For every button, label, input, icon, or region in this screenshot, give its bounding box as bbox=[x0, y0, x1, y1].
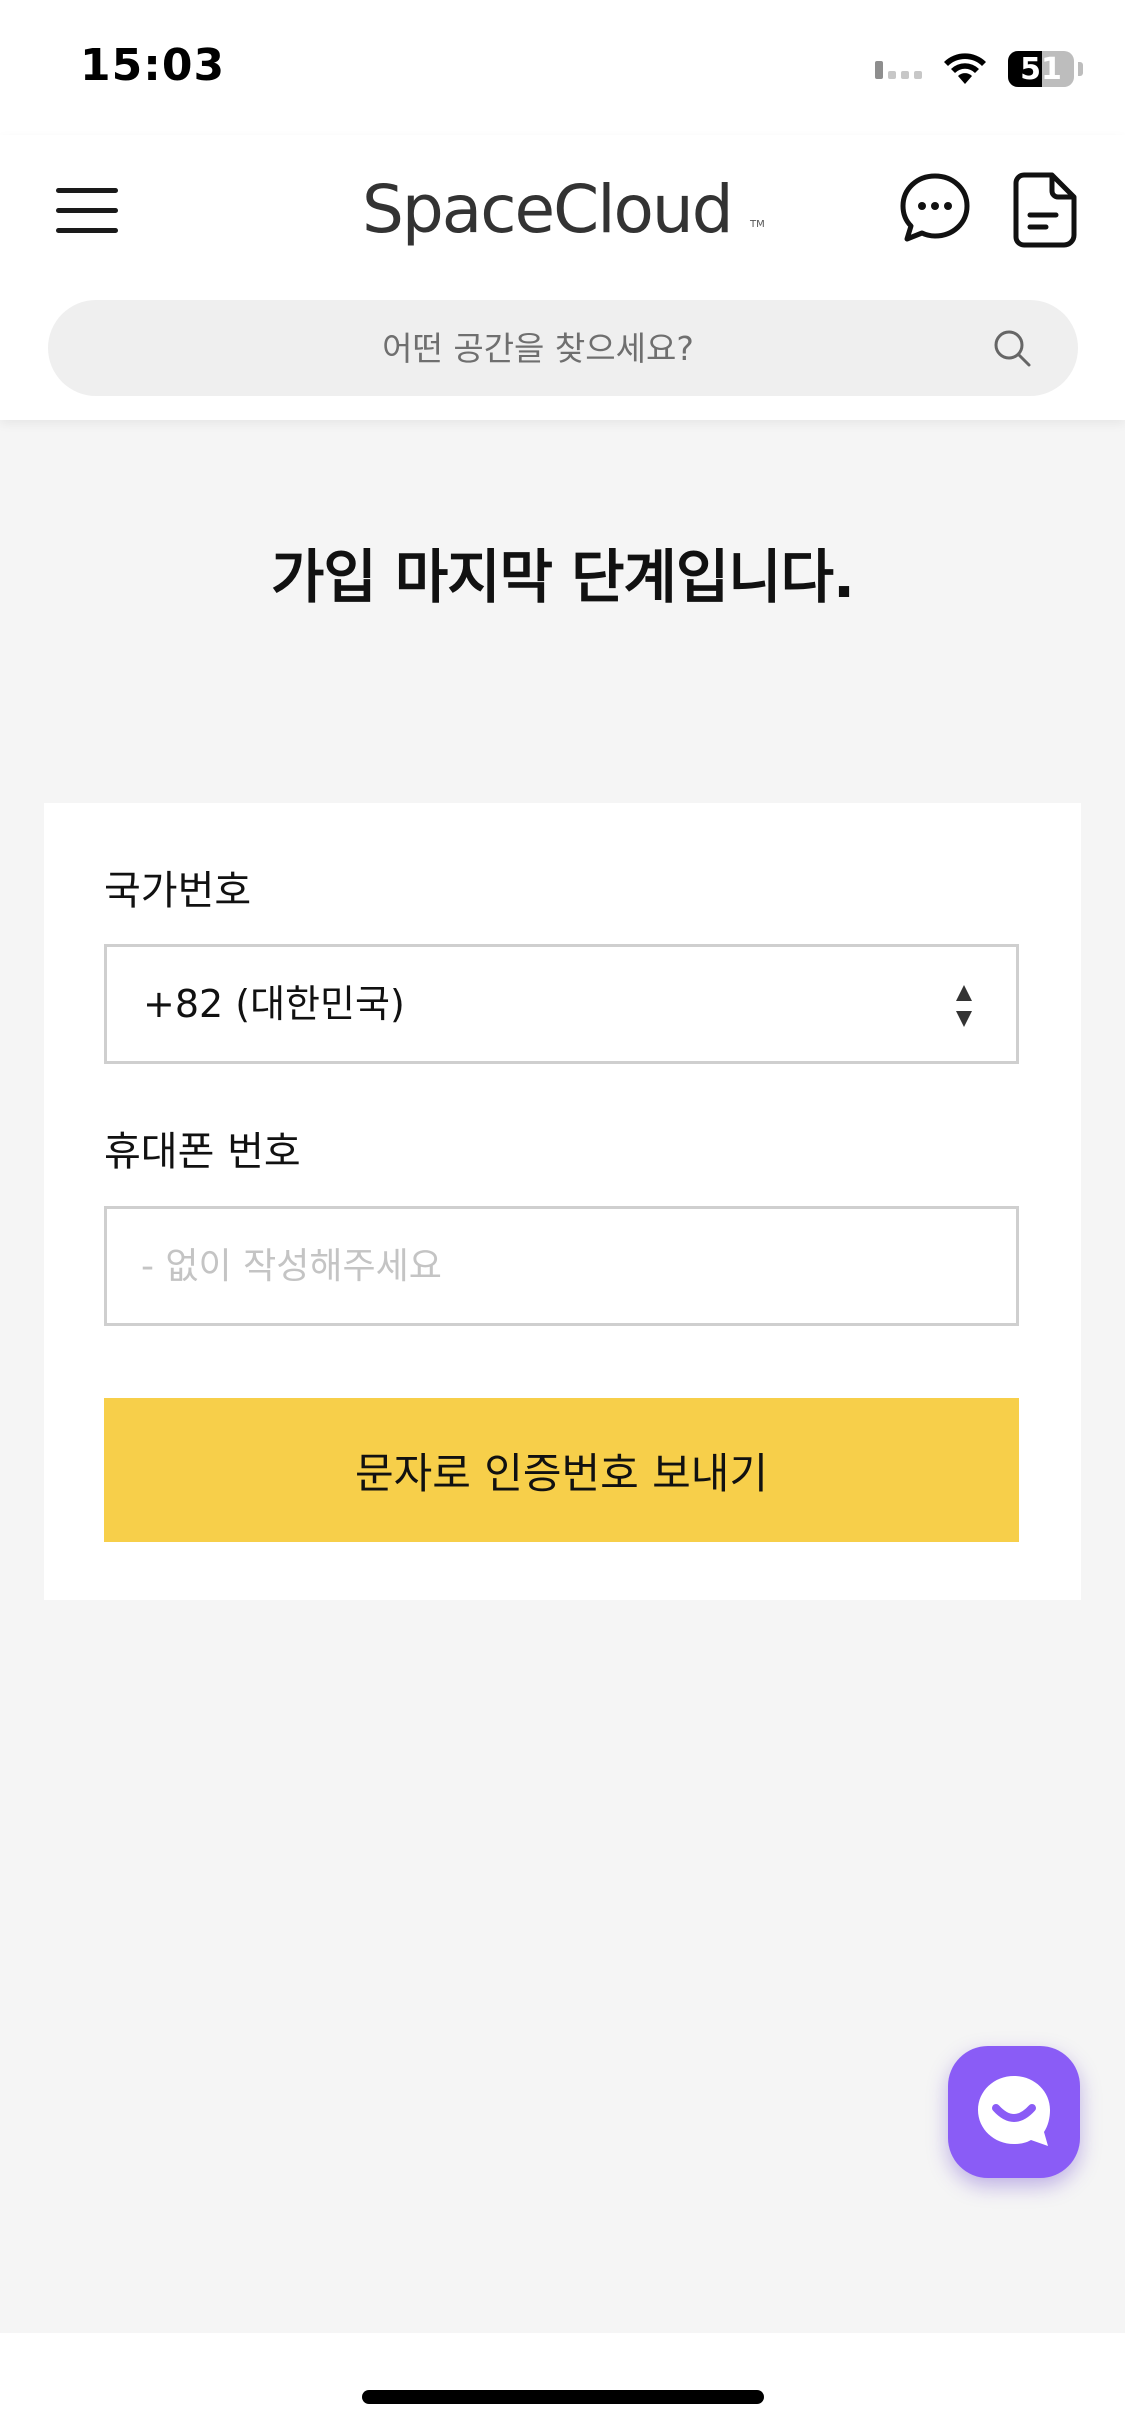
select-arrows-icon bbox=[956, 985, 972, 1027]
logo-trademark: TM bbox=[750, 219, 765, 230]
app-header: SpaceCloud TM bbox=[0, 135, 1125, 420]
document-icon[interactable] bbox=[1012, 171, 1078, 249]
wifi-icon bbox=[944, 53, 986, 84]
search-icon[interactable] bbox=[990, 326, 1034, 370]
status-time: 15:03 bbox=[80, 40, 226, 91]
search-bar[interactable] bbox=[48, 300, 1078, 396]
logo[interactable]: SpaceCloud bbox=[362, 171, 734, 248]
search-input[interactable] bbox=[88, 300, 988, 396]
chat-support-icon bbox=[978, 2076, 1050, 2146]
country-code-label: 국가번호 bbox=[104, 868, 252, 914]
phone-number-label: 휴대폰 번호 bbox=[104, 1129, 301, 1175]
status-bar: 15:03 51 bbox=[0, 0, 1125, 135]
cellular-signal-icon bbox=[875, 59, 922, 79]
status-icons: 51 bbox=[875, 48, 1083, 90]
chat-support-button[interactable] bbox=[948, 2046, 1080, 2178]
chat-bubble-icon[interactable] bbox=[898, 171, 972, 245]
signup-form-card: 국가번호 +82 (대한민국) 휴대폰 번호 문자로 인증번호 보내기 bbox=[44, 803, 1081, 1600]
battery-icon: 51 bbox=[1008, 51, 1074, 87]
page: 15:03 51 SpaceCloud TM 어떤 공간을 찾으세요? 가입 마… bbox=[0, 0, 1125, 2436]
bottom-safe-area bbox=[0, 2333, 1125, 2436]
page-title: 가입 마지막 단계입니다. bbox=[270, 543, 855, 611]
country-code-select[interactable]: +82 (대한민국) bbox=[104, 944, 1019, 1064]
send-verification-sms-button[interactable]: 문자로 인증번호 보내기 bbox=[104, 1398, 1019, 1542]
home-indicator[interactable] bbox=[362, 2390, 764, 2404]
battery-cap bbox=[1078, 62, 1083, 76]
hamburger-menu-icon[interactable] bbox=[56, 175, 126, 245]
country-code-value: +82 (대한민국) bbox=[143, 982, 405, 1026]
phone-number-input[interactable] bbox=[104, 1206, 1019, 1326]
battery-level: 51 bbox=[1020, 51, 1062, 87]
